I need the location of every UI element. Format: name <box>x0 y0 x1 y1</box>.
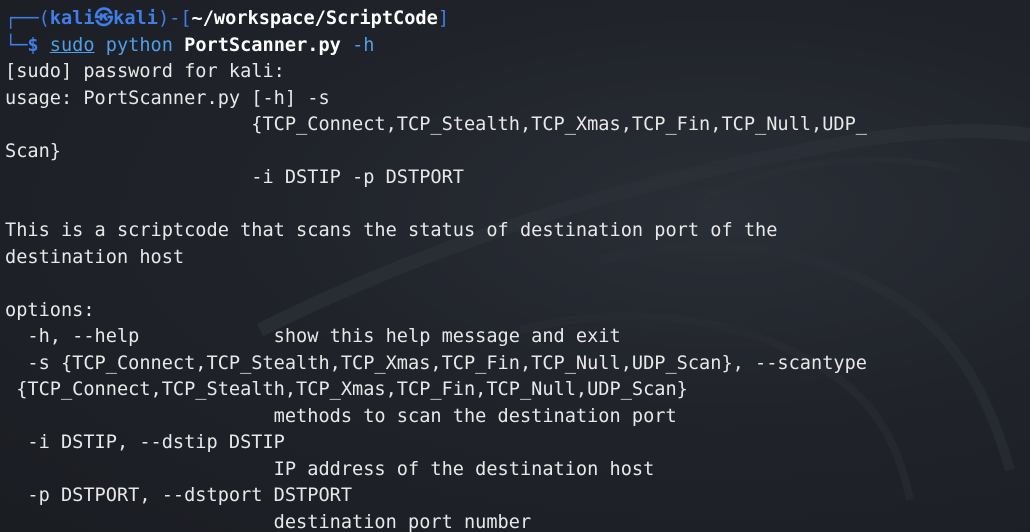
output-line: Scan} <box>5 140 61 162</box>
terminal-output: ┌──(kali㉿kali)-[~/workspace/ScriptCode] … <box>5 6 1030 532</box>
prompt-dollar: $ <box>27 34 50 56</box>
output-line: {TCP_Connect,TCP_Stealth,TCP_Xmas,TCP_Fi… <box>5 114 867 135</box>
command-script: PortScanner.py <box>184 34 341 56</box>
output-line: {TCP_Connect,TCP_Stealth,TCP_Xmas,TCP_Fi… <box>5 379 688 400</box>
command-flag: -h <box>352 34 375 56</box>
prompt-user: kali <box>49 8 95 29</box>
prompt-corner: └─ <box>5 34 28 56</box>
prompt-frame-open: ┌──( <box>5 8 50 29</box>
command-python: python <box>105 34 173 56</box>
prompt-frame-mid: )-[ <box>157 8 192 29</box>
output-line: destination port number <box>5 511 532 532</box>
output-line: -i DSTIP -p DSTPORT <box>5 167 464 188</box>
output-line: usage: PortScanner.py [-h] -s <box>5 87 330 109</box>
output-line: This is a scriptcode that scans the stat… <box>5 220 778 241</box>
output-line: IP address of the destination host <box>5 458 655 480</box>
prompt-line: ┌──(kali㉿kali)-[~/workspace/ScriptCode] <box>5 6 1030 33</box>
output-line: methods to scan the destination port <box>5 405 677 427</box>
terminal-window[interactable]: ┌──(kali㉿kali)-[~/workspace/ScriptCode] … <box>0 0 1030 532</box>
prompt-path: ~/workspace/ScriptCode <box>191 8 438 29</box>
output-line: -p DSTPORT, --dstport DSTPORT <box>5 485 353 506</box>
output-line: options: <box>5 299 95 321</box>
command-sudo: sudo <box>49 34 95 56</box>
output-line: destination host <box>5 246 185 268</box>
command-line: └─$ sudo python PortScanner.py -h <box>5 33 1030 60</box>
prompt-host: kali <box>113 8 158 29</box>
prompt-frame-close: ] <box>437 8 450 29</box>
output-line: -i DSTIP, --dstip DSTIP <box>5 432 285 453</box>
prompt-at-symbol: ㉿ <box>94 8 114 29</box>
output-line: -s {TCP_Connect,TCP_Stealth,TCP_Xmas,TCP… <box>5 352 867 374</box>
output-line: -h, --help show this help message and ex… <box>5 326 621 347</box>
output-line: [sudo] password for kali: <box>5 61 285 82</box>
